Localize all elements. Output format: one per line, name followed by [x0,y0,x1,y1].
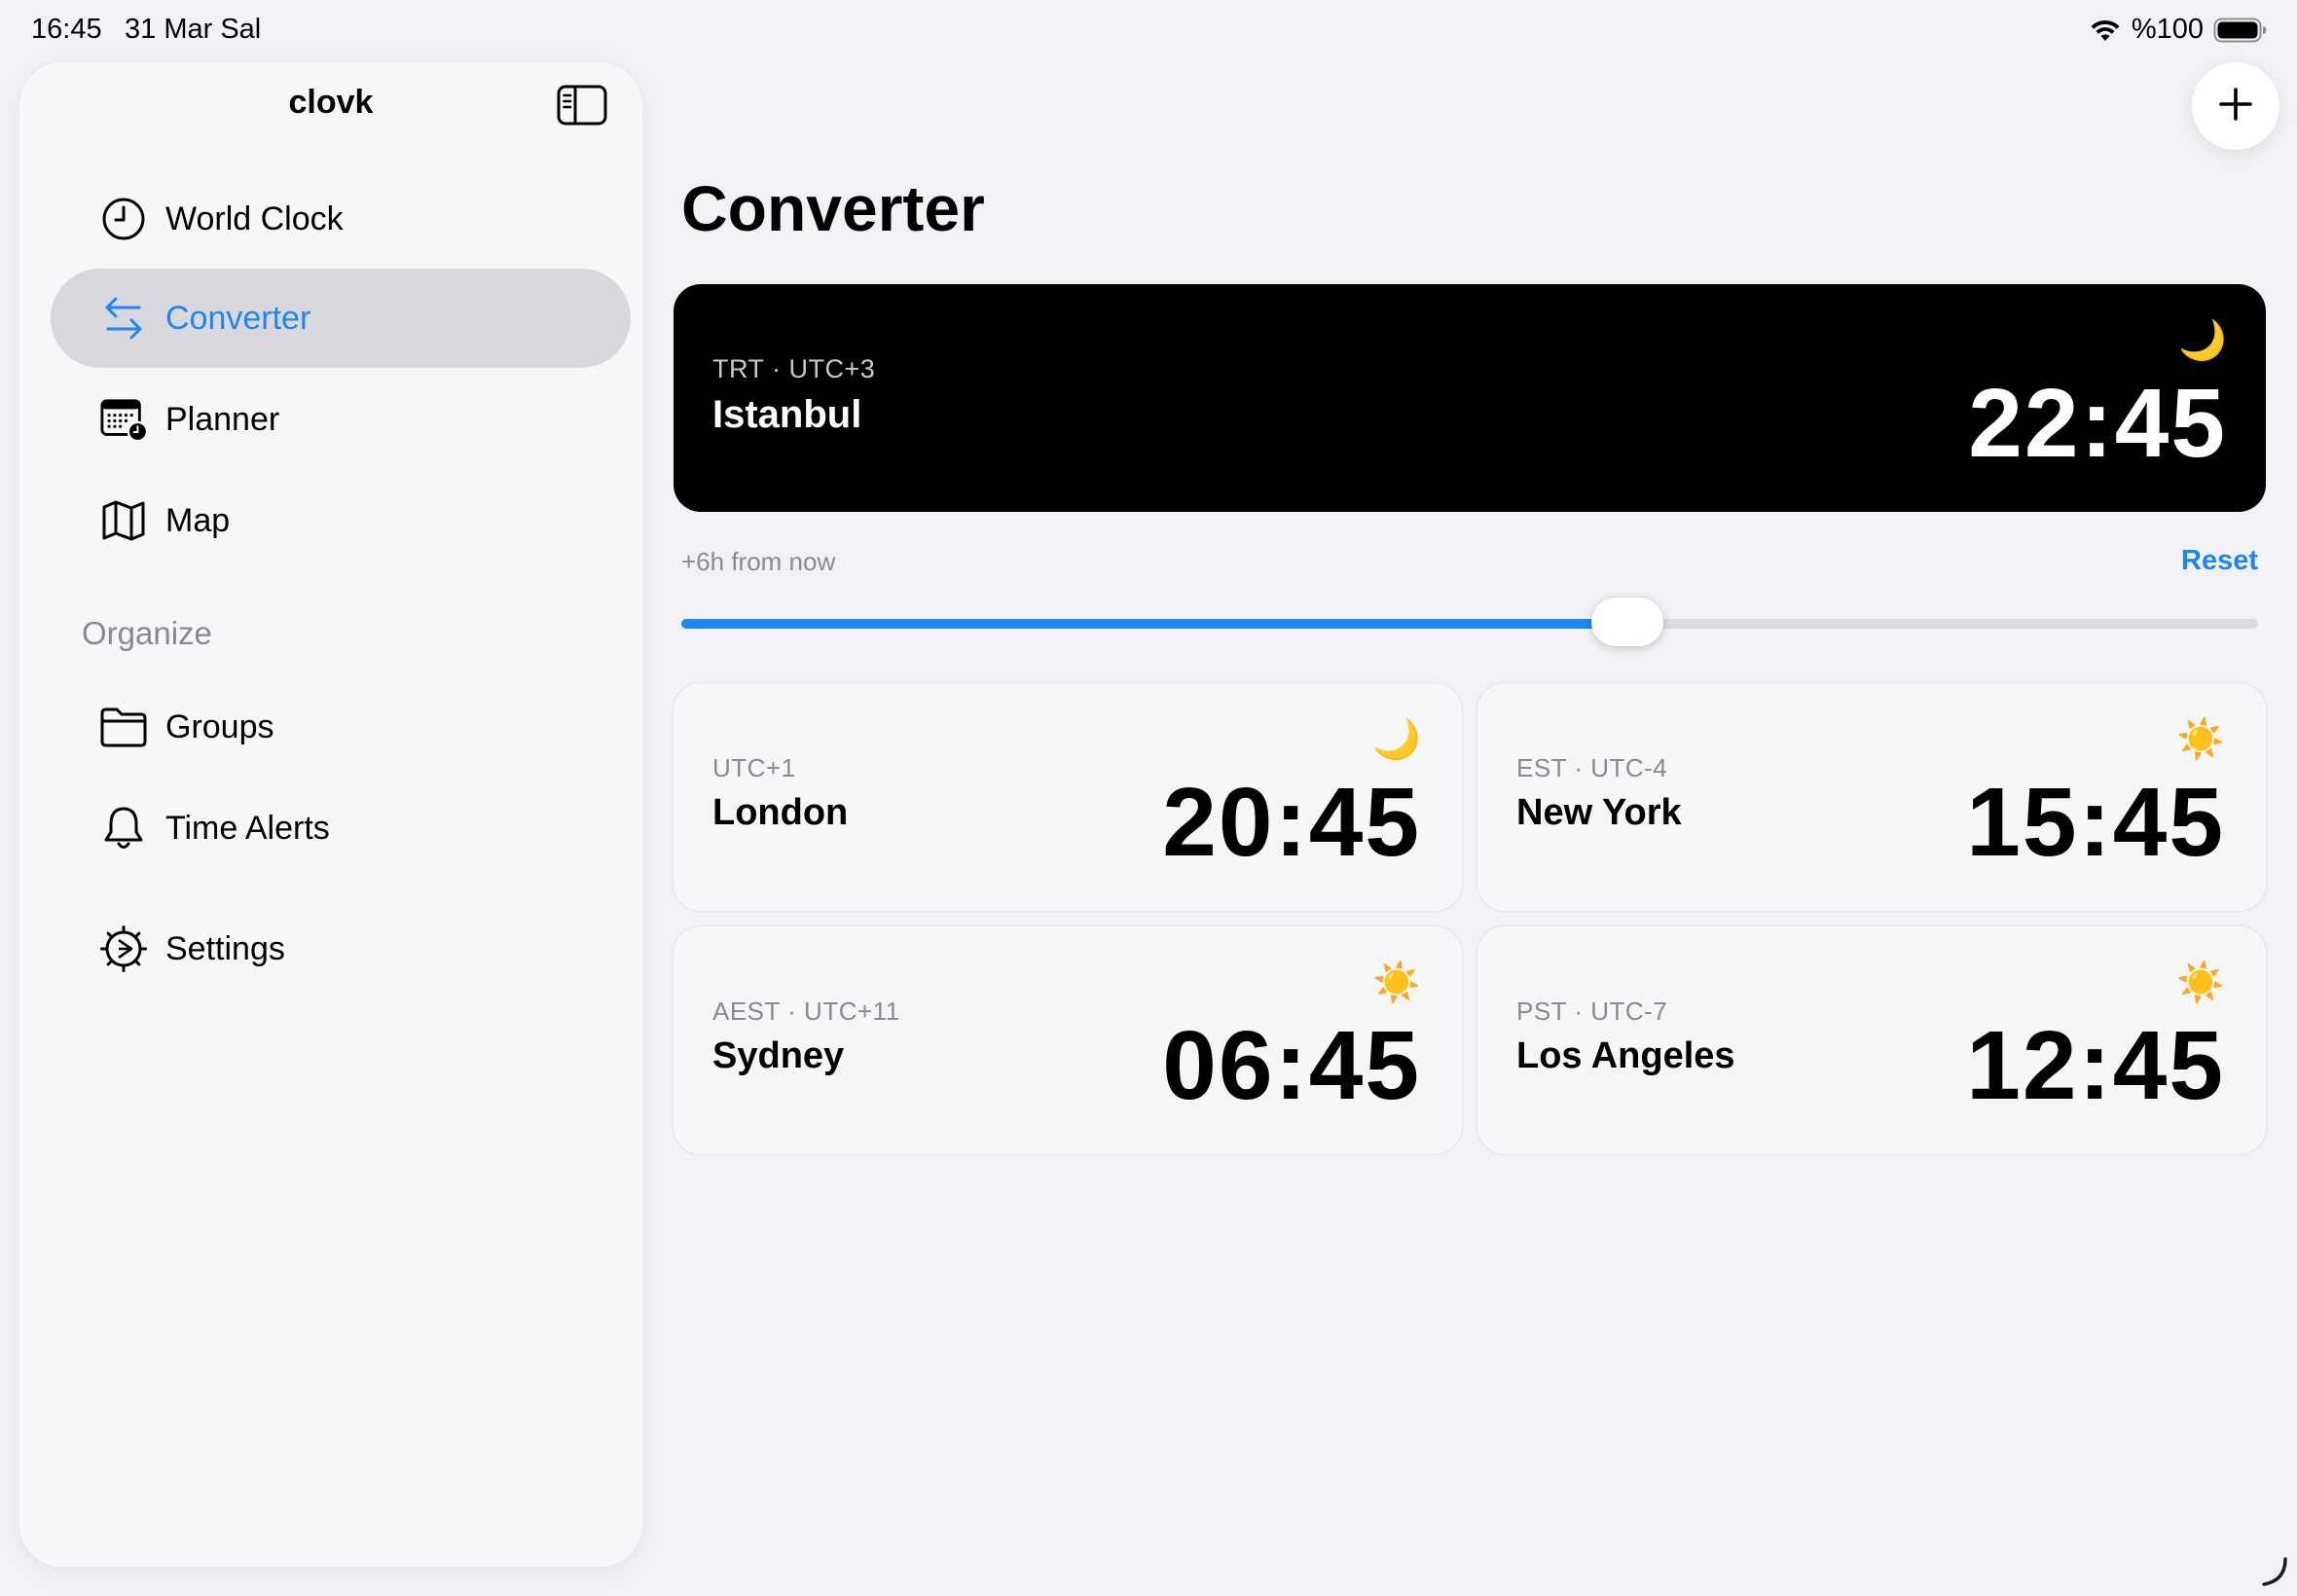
status-time: 16:45 [31,14,102,45]
city-name: Los Angeles [1516,1035,1735,1076]
timezone-label: UTC+1 [712,753,796,782]
timezone-label: AEST · UTC+11 [712,997,900,1026]
plus-icon [2218,87,2253,127]
city-name: Istanbul [712,393,862,436]
clock-time: 12:45 [1966,1011,2225,1120]
sidebar-toggle-icon[interactable] [557,84,607,127]
clock-time: 20:45 [1162,768,1421,877]
sidebar-item-label: Planner [165,400,280,438]
time-offset-slider[interactable] [681,598,2258,646]
city-name: Sydney [712,1035,845,1076]
clock-card-new-york[interactable]: EST · UTC-4 New York ☀️ 15:45 [1477,683,2266,911]
battery-icon [2213,18,2268,43]
sidebar-item-planner[interactable]: Planner [51,370,631,469]
app-title: clovk [288,84,374,121]
clock-card-sydney[interactable]: AEST · UTC+11 Sydney ☀️ 06:45 [674,926,1462,1154]
sidebar-item-label: World Clock [165,200,344,237]
reference-clock-card[interactable]: TRT · UTC+3 Istanbul 🌙 22:45 [674,284,2266,512]
sun-icon: ☀️ [1372,961,1421,1004]
calendar-clock-icon [99,395,148,444]
resize-handle-icon[interactable] [2252,1551,2291,1590]
sidebar-item-map[interactable]: Map [51,471,631,570]
moon-icon: 🌙 [1372,718,1421,761]
app-screen: 16:45 31 Mar Sal %100 clovk World Clock … [0,0,2297,1596]
sidebar: clovk World Clock Converter Planner Map … [19,62,642,1567]
city-name: London [712,792,849,833]
slider-thumb[interactable] [1591,598,1663,646]
clock-time: 06:45 [1162,1011,1421,1120]
time-offset-label: +6h from now [681,547,836,576]
clock-card-london[interactable]: UTC+1 London 🌙 20:45 [674,683,1462,911]
reset-button[interactable]: Reset [2181,545,2258,577]
sidebar-item-world-clock[interactable]: World Clock [51,169,631,269]
section-header-organize: Organize [82,615,212,651]
clock-card-los-angeles[interactable]: PST · UTC-7 Los Angeles ☀️ 12:45 [1477,926,2266,1154]
sun-icon: ☀️ [2176,718,2225,761]
city-name: New York [1516,792,1682,833]
clock-time: 15:45 [1966,768,2225,877]
bell-icon [99,804,148,852]
sidebar-item-label: Time Alerts [165,809,330,847]
timezone-label: TRT · UTC+3 [712,354,876,383]
clock-time: 22:45 [1968,369,2227,478]
status-date: 31 Mar Sal [125,14,262,45]
gear-icon [99,925,148,973]
sidebar-item-time-alerts[interactable]: Time Alerts [51,779,631,878]
sun-icon: ☀️ [2176,961,2225,1004]
sidebar-item-label: Map [165,501,231,539]
sidebar-item-label: Settings [165,929,285,967]
clock-icon [99,195,148,243]
folder-icon [99,703,148,751]
sidebar-item-label: Converter [165,299,311,337]
wifi-icon [2089,18,2122,43]
add-button[interactable] [2192,62,2279,150]
arrows-left-right-icon [99,294,148,343]
status-indicators: %100 [2089,14,2268,46]
sidebar-item-settings[interactable]: Settings [51,899,631,998]
sidebar-item-label: Groups [165,707,274,745]
timezone-label: EST · UTC-4 [1516,753,1668,782]
sidebar-item-groups[interactable]: Groups [51,677,631,777]
slider-fill [681,619,1627,629]
moon-icon: 🌙 [2178,319,2227,362]
page-title: Converter [681,172,985,244]
battery-percentage: %100 [2131,14,2204,45]
timezone-label: PST · UTC-7 [1516,997,1668,1026]
sidebar-item-converter[interactable]: Converter [51,269,631,368]
map-icon [99,496,148,545]
